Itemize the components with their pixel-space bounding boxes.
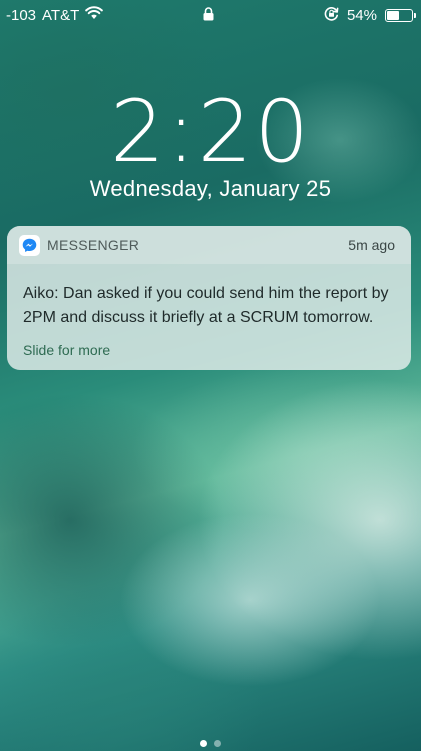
battery-icon xyxy=(385,9,416,22)
status-right: 54% xyxy=(324,6,416,25)
notification-time: 5m ago xyxy=(348,237,395,253)
status-bar: -103 AT&T 54% xyxy=(0,0,421,30)
notification-header: MESSENGER 5m ago xyxy=(7,226,411,264)
status-left: -103 AT&T xyxy=(6,6,104,24)
page-dot-active xyxy=(200,740,207,747)
notification-card[interactable]: MESSENGER 5m ago Aiko: Dan asked if you … xyxy=(7,226,411,370)
slide-for-more-hint[interactable]: Slide for more xyxy=(23,342,110,358)
signal-strength: -103 xyxy=(6,6,37,24)
battery-fill xyxy=(387,11,399,20)
wifi-icon xyxy=(85,6,104,24)
rotation-lock-icon xyxy=(324,6,339,25)
battery-cap xyxy=(414,13,416,18)
carrier-name: AT&T xyxy=(42,6,80,24)
lock-screen-date: Wednesday, January 25 xyxy=(89,176,332,201)
lock-screen-time: 2:20 xyxy=(109,82,312,182)
page-dot xyxy=(214,740,221,747)
lock-icon xyxy=(203,7,214,25)
battery-percent: 54% xyxy=(346,7,377,24)
notification-message: Aiko: Dan asked if you could send him th… xyxy=(23,285,389,326)
page-indicator xyxy=(0,740,421,747)
messenger-icon xyxy=(19,235,40,256)
notification-app-name: MESSENGER xyxy=(47,237,140,253)
